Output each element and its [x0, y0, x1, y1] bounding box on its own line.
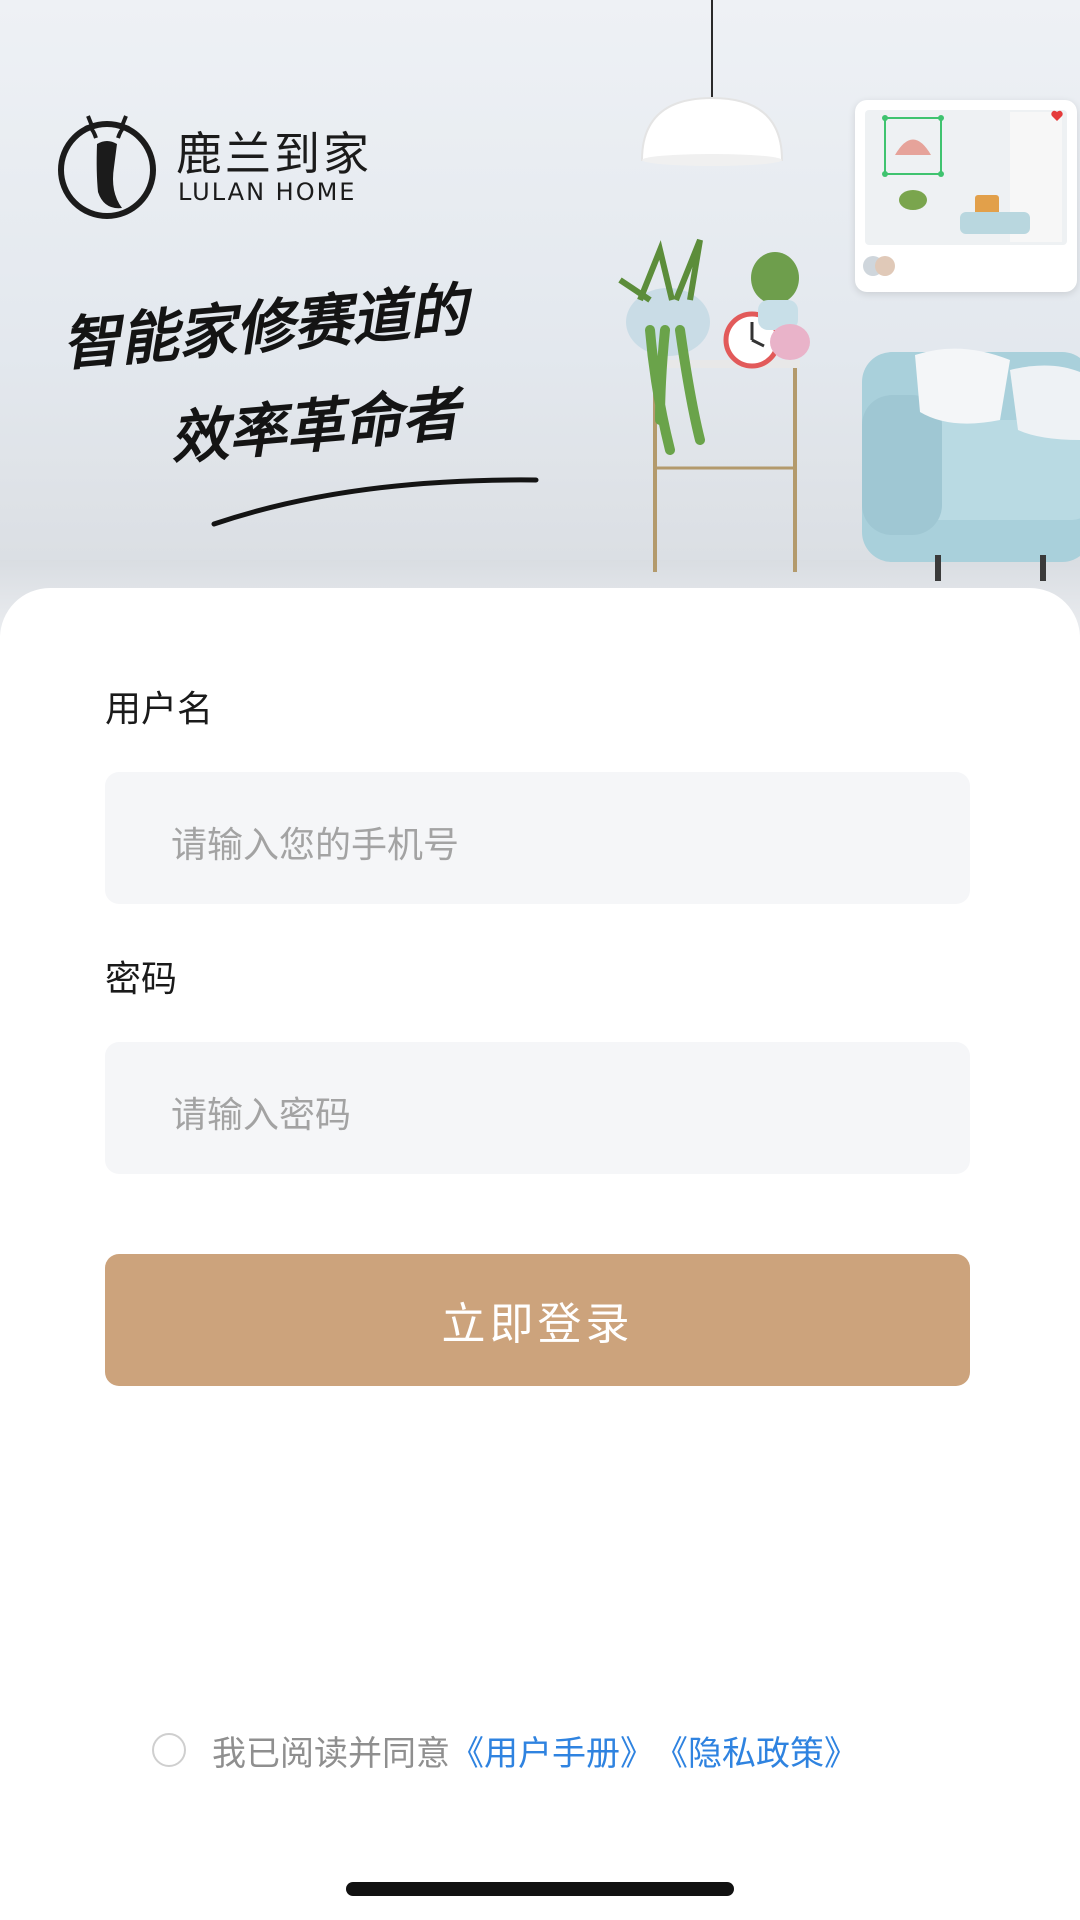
password-label: 密码 — [105, 959, 178, 1000]
username-input[interactable]: 请输入您的手机号 — [105, 772, 970, 904]
agreement-row: 我已阅读并同意 《用户手册》 《隐私政策》 — [152, 1726, 858, 1775]
agreement-checkbox[interactable] — [152, 1733, 186, 1767]
login-button[interactable]: 立即登录 — [105, 1254, 970, 1386]
home-indicator — [346, 1882, 734, 1896]
password-input[interactable]: 请输入密码 — [105, 1042, 970, 1174]
hero-banner: 鹿兰到家 LULAN HOME 智能家修赛道的 效率革命者 — [0, 0, 1080, 640]
brand-name-cn: 鹿兰到家 — [176, 127, 372, 181]
username-label: 用户名 — [105, 689, 214, 730]
deer-logo-icon — [58, 115, 156, 219]
brand-name-en: LULAN HOME — [178, 178, 357, 206]
user-manual-link[interactable]: 《用户手册》 — [450, 1726, 654, 1775]
login-screen: 鹿兰到家 LULAN HOME 智能家修赛道的 效率革命者 用户名 请输入您的手… — [0, 0, 1080, 1920]
password-placeholder: 请输入密码 — [171, 1095, 352, 1136]
privacy-policy-link[interactable]: 《隐私政策》 — [654, 1726, 858, 1775]
login-form-card: 用户名 请输入您的手机号 密码 请输入密码 立即登录 我已阅读并同意 《用户手册… — [0, 588, 1080, 1920]
thumbnail-preview-image — [863, 110, 1067, 276]
agreement-prefix: 我已阅读并同意 — [212, 1733, 450, 1774]
username-placeholder: 请输入您的手机号 — [171, 825, 460, 866]
design-thumbnail-card[interactable] — [855, 100, 1077, 292]
brush-underline — [211, 477, 539, 527]
